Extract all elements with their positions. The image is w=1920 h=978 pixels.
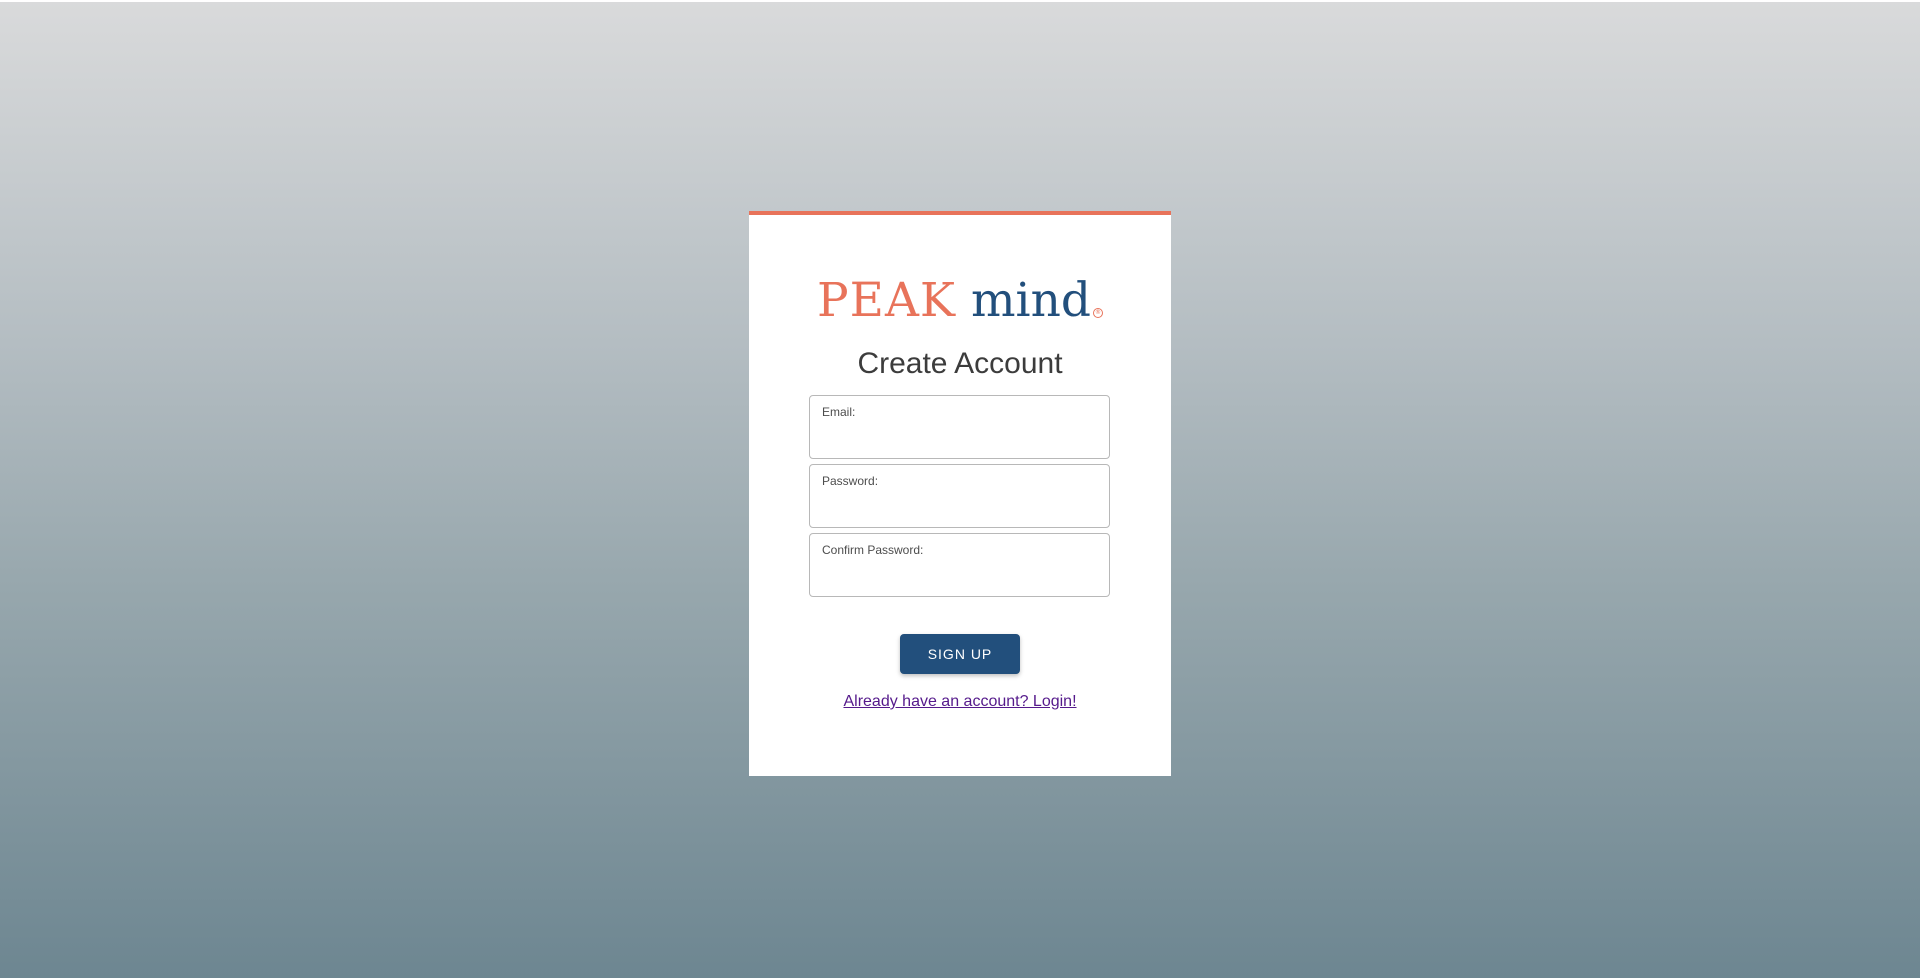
peak-mind-logo: PEAK mind ® bbox=[749, 273, 1171, 329]
confirm-password-input[interactable] bbox=[822, 564, 1097, 588]
confirm-password-field[interactable]: Confirm Password: bbox=[809, 533, 1110, 597]
login-link-container: Already have an account? Login! bbox=[749, 692, 1171, 712]
logo-word-mind: mind bbox=[970, 273, 1091, 328]
signup-card: PEAK mind ® Create Account Email: Passwor… bbox=[749, 211, 1171, 776]
page-background: PEAK mind ® Create Account Email: Passwor… bbox=[0, 2, 1920, 978]
password-label: Password: bbox=[822, 474, 879, 488]
confirm-password-label: Confirm Password: bbox=[822, 543, 924, 557]
email-label: Email: bbox=[822, 405, 856, 419]
registered-mark-icon: ® bbox=[1092, 308, 1103, 318]
logo-word-peak: PEAK bbox=[817, 273, 957, 328]
sign-up-button[interactable]: SIGN UP bbox=[900, 634, 1020, 674]
password-field[interactable]: Password: bbox=[809, 464, 1110, 528]
email-field[interactable]: Email: bbox=[809, 395, 1110, 459]
password-input[interactable] bbox=[822, 495, 1097, 519]
email-input[interactable] bbox=[822, 426, 1097, 450]
login-link[interactable]: Already have an account? Login! bbox=[843, 693, 1076, 710]
page-title: Create Account bbox=[857, 347, 1063, 380]
